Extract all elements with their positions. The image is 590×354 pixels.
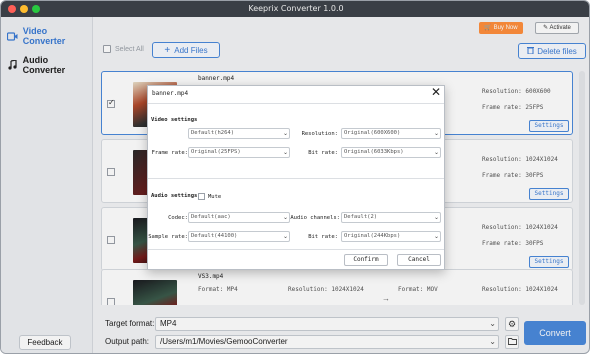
audio-bit-rate-value: Original(244Kbps) bbox=[344, 233, 401, 239]
frame-rate-label: Frame rate: bbox=[151, 150, 188, 156]
codec-value: Default(h264) bbox=[191, 130, 235, 136]
resolution-select[interactable]: Original(600X600) ⌄ bbox=[341, 128, 441, 139]
audio-bit-rate-label: Bit rate: bbox=[308, 234, 338, 240]
audio-channels-value: Default(2) bbox=[344, 214, 378, 220]
dialog-title: banner.mp4 bbox=[152, 90, 189, 97]
audio-codec-value: Default(aac) bbox=[191, 214, 231, 220]
audio-channels-select[interactable]: Default(2) ⌄ bbox=[341, 212, 441, 223]
chevron-down-icon: ⌄ bbox=[282, 233, 288, 240]
frame-rate-value: Original(25FPS) bbox=[191, 149, 241, 155]
divider bbox=[148, 103, 444, 104]
audio-settings-heading: Audio settings bbox=[151, 193, 198, 199]
settings-dialog: banner.mp4 ✕ Video settings Codec: Defau… bbox=[147, 85, 445, 270]
chevron-down-icon: ⌄ bbox=[433, 130, 439, 137]
video-settings-heading: Video settings bbox=[151, 117, 198, 123]
app-window: Keeprix Converter 1.0.0 Video Converter … bbox=[0, 0, 590, 354]
sample-rate-select[interactable]: Default(44100) ⌄ bbox=[188, 231, 290, 242]
mute-checkbox[interactable]: Mute bbox=[198, 193, 221, 200]
bit-rate-select[interactable]: Original(6033Kbps) ⌄ bbox=[341, 147, 441, 158]
bit-rate-value: Original(6033Kbps) bbox=[344, 149, 404, 155]
audio-channels-label: Audio channels: bbox=[290, 215, 340, 221]
chevron-down-icon: ⌄ bbox=[282, 130, 288, 137]
checkbox-icon bbox=[198, 193, 205, 200]
codec-select[interactable]: Default(h264) ⌄ bbox=[188, 128, 290, 139]
chevron-down-icon: ⌄ bbox=[433, 214, 439, 221]
close-icon[interactable]: ✕ bbox=[431, 85, 441, 99]
chevron-down-icon: ⌄ bbox=[433, 149, 439, 156]
chevron-down-icon: ⌄ bbox=[433, 233, 439, 240]
audio-codec-label: Codec: bbox=[168, 215, 188, 221]
mute-label: Mute bbox=[208, 193, 222, 200]
cancel-button[interactable]: Cancel bbox=[397, 254, 441, 266]
sample-rate-value: Default(44100) bbox=[191, 233, 238, 239]
title-bar: Keeprix Converter 1.0.0 bbox=[1, 1, 589, 17]
sample-rate-label: Sample rate: bbox=[148, 234, 188, 240]
frame-rate-select[interactable]: Original(25FPS) ⌄ bbox=[188, 147, 290, 158]
divider bbox=[148, 249, 444, 250]
chevron-down-icon: ⌄ bbox=[282, 149, 288, 156]
confirm-button[interactable]: Confirm bbox=[344, 254, 388, 266]
window-title: Keeprix Converter 1.0.0 bbox=[248, 4, 344, 13]
bit-rate-label: Bit rate: bbox=[308, 150, 338, 156]
resolution-value: Original(600X600) bbox=[344, 130, 401, 136]
divider bbox=[148, 178, 444, 179]
audio-codec-select[interactable]: Default(aac) ⌄ bbox=[188, 212, 290, 223]
audio-bit-rate-select[interactable]: Original(244Kbps) ⌄ bbox=[341, 231, 441, 242]
resolution-label: Resolution: bbox=[301, 131, 338, 137]
